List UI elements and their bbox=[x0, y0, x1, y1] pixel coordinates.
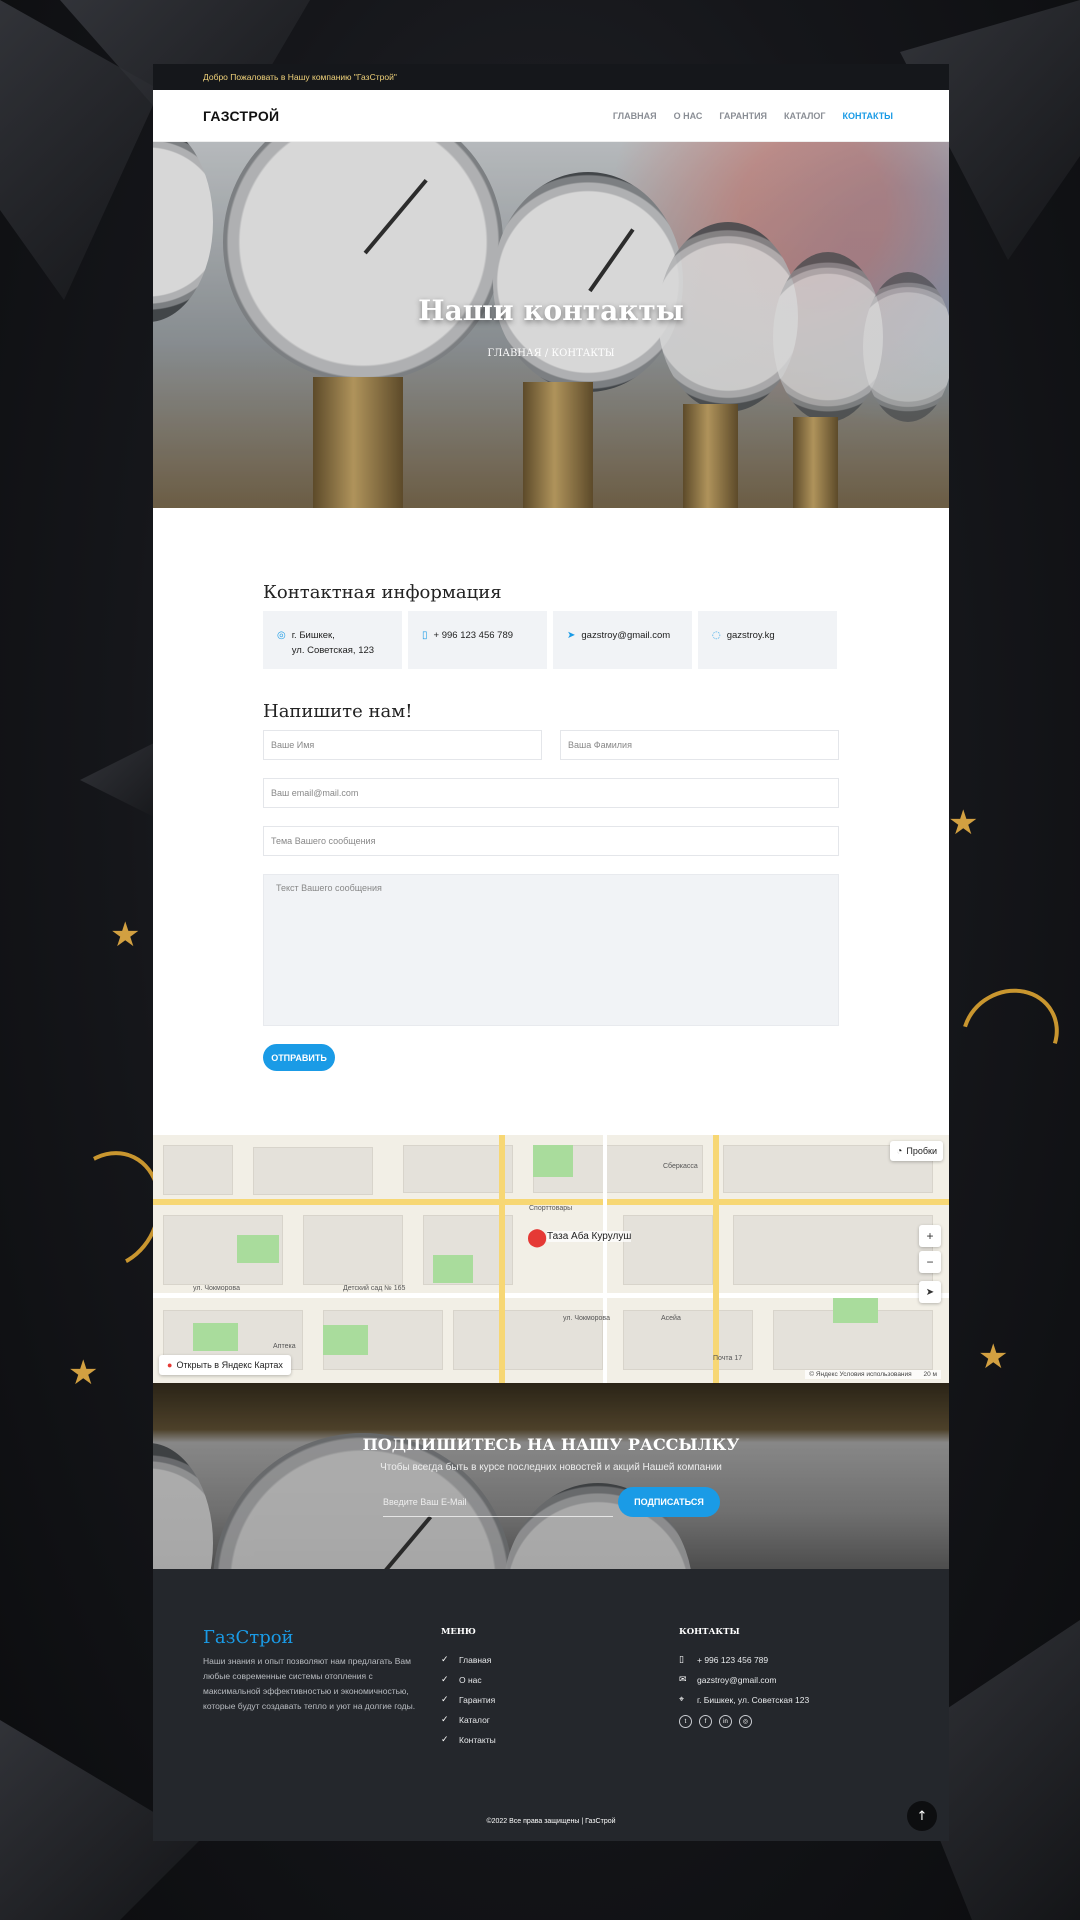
address-card: ◎ г. Бишкек, ул. Советская, 123 bbox=[263, 611, 402, 669]
contact-cards: ◎ г. Бишкек, ул. Советская, 123 ▯ + 996 … bbox=[263, 611, 949, 669]
subject-input[interactable]: Тема Вашего сообщения bbox=[263, 826, 839, 856]
zoom-in-button[interactable]: + bbox=[919, 1225, 941, 1247]
send-icon: ➤ bbox=[567, 630, 576, 641]
page-title: Наши контакты bbox=[418, 294, 684, 327]
open-in-yandex-label: Открыть в Яндекс Картах bbox=[176, 1360, 283, 1370]
newsletter-email-input[interactable]: Введите Ваш E-Mail bbox=[383, 1487, 613, 1517]
yandex-map[interactable]: ул. Чокморова ул. Чокморова Спорттовары … bbox=[153, 1135, 949, 1383]
arrow-up-icon: ↑ bbox=[916, 1808, 928, 1824]
social-links: t f in ◎ bbox=[679, 1715, 809, 1728]
star-icon: ★ bbox=[978, 1337, 1009, 1377]
footer-about: Наши знания и опыт позволяют нам предлаг… bbox=[203, 1656, 416, 1711]
contact-section: Контактная информация ◎ г. Бишкек, ул. С… bbox=[153, 508, 949, 1135]
nav-catalog[interactable]: КАТАЛОГ bbox=[784, 111, 826, 121]
footer-link-warranty[interactable]: ✓ Гарантия bbox=[441, 1695, 496, 1705]
website-value: gazstroy.kg bbox=[726, 630, 775, 641]
footer-email[interactable]: ✉ gazstroy@gmail.com bbox=[679, 1675, 809, 1685]
navbar: ГАЗСТРОЙ ГЛАВНАЯ О НАС ГАРАНТИЯ КАТАЛОГ … bbox=[153, 90, 949, 142]
logo[interactable]: ГАЗСТРОЙ bbox=[203, 108, 279, 124]
form-heading: Напишите нам! bbox=[263, 701, 413, 722]
check-icon: ✓ bbox=[441, 1655, 449, 1665]
map-label: ул. Чокморова bbox=[193, 1285, 240, 1292]
map-label: Асейа bbox=[661, 1315, 681, 1322]
send-button[interactable]: ОТПРАВИТЬ bbox=[263, 1044, 335, 1071]
yandex-pin-icon: ● bbox=[167, 1360, 173, 1370]
topbar: Добро Пожаловать в Нашу компанию "ГазСтр… bbox=[153, 64, 949, 90]
traffic-icon: ◔ bbox=[896, 1145, 903, 1157]
twitter-icon[interactable]: t bbox=[679, 1715, 692, 1728]
email-card[interactable]: ➤ gazstroy@gmail.com bbox=[553, 611, 692, 669]
traffic-label: Пробки bbox=[906, 1146, 937, 1156]
first-name-input[interactable]: Ваше Имя bbox=[263, 730, 542, 760]
footer-phone[interactable]: ▯ + 996 123 456 789 bbox=[679, 1655, 809, 1665]
location-icon: ◎ bbox=[277, 630, 286, 641]
welcome-text: Добро Пожаловать в Нашу компанию "ГазСтр… bbox=[203, 72, 397, 82]
star-icon: ★ bbox=[68, 1353, 99, 1393]
hero-banner: Наши контакты ГЛАВНАЯ / КОНТАКТЫ bbox=[153, 142, 949, 508]
phone-value: + 996 123 456 789 bbox=[433, 630, 514, 641]
phone-icon: ▯ bbox=[679, 1655, 684, 1665]
subscribe-button[interactable]: ПОДПИСАТЬСЯ bbox=[618, 1487, 720, 1517]
nav-contacts[interactable]: КОНТАКТЫ bbox=[843, 111, 893, 121]
email-value: gazstroy@gmail.com bbox=[581, 630, 671, 641]
newsletter-text: Чтобы всегда быть в курсе последних ново… bbox=[380, 1462, 722, 1473]
footer-address: ⌖ г. Бишкек, ул. Советская 123 bbox=[679, 1695, 810, 1705]
main-menu: ГЛАВНАЯ О НАС ГАРАНТИЯ КАТАЛОГ КОНТАКТЫ bbox=[613, 111, 893, 121]
address-line2: ул. Советская, 123 bbox=[291, 645, 375, 656]
footer-contacts-heading: КОНТАКТЫ bbox=[679, 1627, 740, 1637]
map-label: Почта 17 bbox=[713, 1355, 743, 1362]
open-in-yandex-button[interactable]: ● Открыть в Яндекс Картах bbox=[159, 1355, 291, 1375]
phone-card[interactable]: ▯ + 996 123 456 789 bbox=[408, 611, 547, 669]
facebook-icon[interactable]: f bbox=[699, 1715, 712, 1728]
map-attribution[interactable]: © Яндекс Условия использования 20 м bbox=[805, 1370, 941, 1379]
website-card[interactable]: ◌ gazstroy.kg bbox=[698, 611, 837, 669]
map-label: Детский сад № 165 bbox=[343, 1285, 406, 1292]
check-icon: ✓ bbox=[441, 1715, 449, 1725]
footer-brand[interactable]: ГазСтрой bbox=[203, 1627, 421, 1648]
check-icon: ✓ bbox=[441, 1735, 449, 1745]
website-frame: Добро Пожаловать в Нашу компанию "ГазСтр… bbox=[153, 64, 949, 1841]
phone-icon: ▯ bbox=[422, 630, 428, 641]
footer-link-catalog[interactable]: ✓ Каталог bbox=[441, 1715, 496, 1725]
breadcrumb[interactable]: ГЛАВНАЯ / КОНТАКТЫ bbox=[153, 348, 949, 359]
footer-link-contacts[interactable]: ✓ Контакты bbox=[441, 1735, 496, 1745]
copyright: ©2022 Все права защищены | ГазСтрой bbox=[486, 1818, 616, 1825]
star-icon: ★ bbox=[948, 803, 979, 843]
mail-icon: ✉ bbox=[679, 1675, 687, 1685]
traffic-button[interactable]: ◔ Пробки bbox=[890, 1141, 943, 1161]
nav-about[interactable]: О НАС bbox=[674, 111, 703, 121]
linkedin-icon[interactable]: in bbox=[719, 1715, 732, 1728]
map-place-label: Таза Аба Курулуш bbox=[547, 1231, 632, 1242]
geolocation-button[interactable]: ➤ bbox=[919, 1281, 941, 1303]
check-icon: ✓ bbox=[441, 1675, 449, 1685]
map-scale: 20 м bbox=[923, 1371, 937, 1378]
zoom-out-button[interactable]: − bbox=[919, 1251, 941, 1273]
location-icon: ⌖ bbox=[679, 1695, 685, 1705]
map-label: Аптека bbox=[273, 1343, 296, 1350]
scroll-to-top-button[interactable]: ↑ bbox=[907, 1801, 937, 1831]
address-line1: г. Бишкек, bbox=[291, 630, 335, 641]
globe-icon: ◌ bbox=[712, 630, 721, 641]
footer: ГазСтрой Наши знания и опыт позволяют на… bbox=[153, 1569, 949, 1841]
map-label: Спорттовары bbox=[529, 1205, 573, 1212]
map-pin-icon[interactable]: ⬤ bbox=[527, 1227, 547, 1248]
ribbon-decoration bbox=[944, 971, 1076, 1099]
footer-menu-heading: МЕНЮ bbox=[441, 1627, 476, 1637]
nav-home[interactable]: ГЛАВНАЯ bbox=[613, 111, 657, 121]
newsletter-title: ПОДПИШИТЕСЬ НА НАШУ РАССЫЛКУ bbox=[362, 1435, 740, 1454]
check-icon: ✓ bbox=[441, 1695, 449, 1705]
newsletter-section: ПОДПИШИТЕСЬ НА НАШУ РАССЫЛКУ Чтобы всегд… bbox=[153, 1383, 949, 1569]
email-input[interactable]: Ваш email@mail.com bbox=[263, 778, 839, 808]
star-icon: ★ bbox=[110, 915, 141, 955]
map-label: ул. Чокморова bbox=[563, 1315, 610, 1322]
map-label: Сберкасса bbox=[663, 1163, 698, 1170]
footer-link-about[interactable]: ✓ О нас bbox=[441, 1675, 496, 1685]
nav-warranty[interactable]: ГАРАНТИЯ bbox=[719, 111, 767, 121]
message-textarea[interactable]: Текст Вашего сообщения bbox=[263, 874, 839, 1026]
footer-link-home[interactable]: ✓ Главная bbox=[441, 1655, 496, 1665]
instagram-icon[interactable]: ◎ bbox=[739, 1715, 752, 1728]
contact-info-heading: Контактная информация bbox=[263, 582, 502, 603]
last-name-input[interactable]: Ваша Фамилия bbox=[560, 730, 839, 760]
